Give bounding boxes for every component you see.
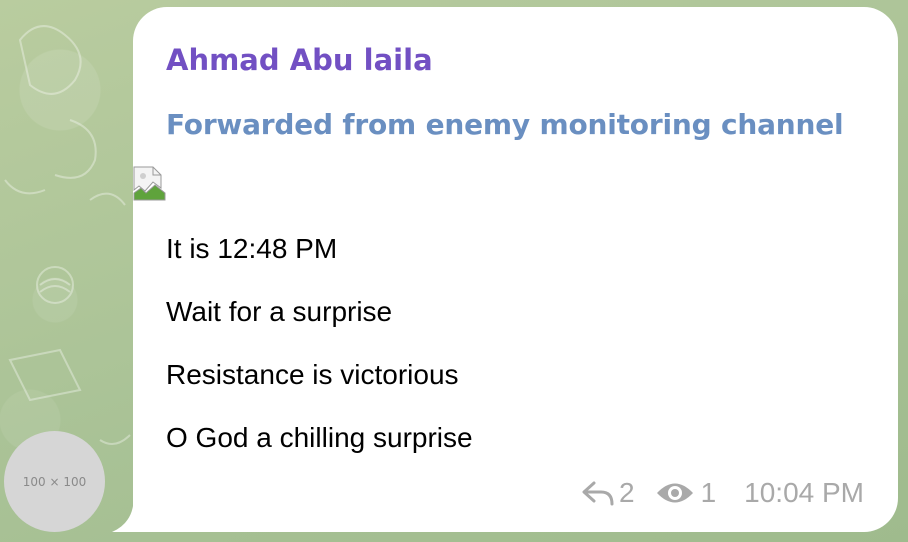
reply-arrow-icon[interactable] (581, 480, 615, 506)
forwarded-from-header[interactable]: Forwarded from enemy monitoring channel (166, 108, 844, 141)
message-line: It is 12:48 PM (166, 233, 338, 264)
message-line: O God a chilling surprise (166, 422, 473, 453)
avatar[interactable]: 100 × 100 (4, 431, 105, 532)
view-count: 1 (700, 477, 717, 508)
message-bubble[interactable]: Ahmad Abu laila Forwarded from enemy mon… (133, 7, 898, 532)
message-line: Resistance is victorious (166, 359, 459, 390)
message-meta: 2 1 10:04 PM (581, 477, 864, 509)
sender-name[interactable]: Ahmad Abu laila (166, 43, 433, 77)
broken-image-icon[interactable] (133, 166, 166, 201)
avatar-placeholder-text: 100 × 100 (22, 474, 87, 489)
eye-icon (655, 480, 695, 506)
message-line: Wait for a surprise (166, 296, 393, 327)
message-time: 10:04 PM (744, 477, 864, 508)
reply-count: 2 (618, 477, 635, 508)
chat-background: 100 × 100 Ahmad Abu laila Forwarded from… (0, 0, 908, 542)
